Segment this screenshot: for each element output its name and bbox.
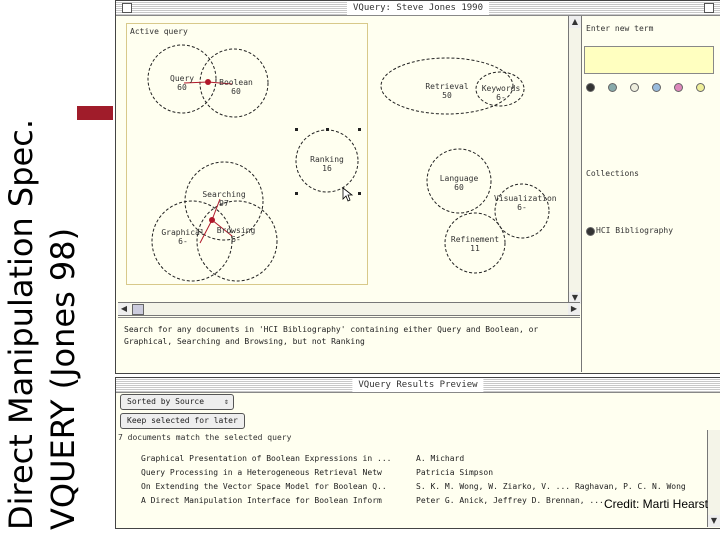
canvas-horizontal-scrollbar[interactable]: ◀ ▶ xyxy=(118,302,580,316)
circle-label-retrieval[interactable]: Retrieval 50 xyxy=(422,82,472,100)
scroll-right-arrow-icon[interactable]: ▶ xyxy=(568,303,580,315)
color-radio-icon[interactable] xyxy=(586,83,595,92)
scroll-up-arrow-icon[interactable]: ▲ xyxy=(569,16,581,28)
circle-label-query[interactable]: Query 60 xyxy=(170,74,194,92)
color-radio-icon[interactable] xyxy=(630,83,639,92)
color-radio-icon[interactable] xyxy=(696,83,705,92)
circle-label-language[interactable]: Language 60 xyxy=(434,174,484,192)
result-author[interactable]: A. Michard xyxy=(416,454,464,463)
color-radio-icon[interactable] xyxy=(652,83,661,92)
circle-label-graphical[interactable]: Graphical 6- xyxy=(160,228,206,246)
circle-label-refinement[interactable]: Refinement 11 xyxy=(449,235,501,253)
new-term-input[interactable] xyxy=(584,46,714,74)
circle-label-visualization[interactable]: Visualization 6- xyxy=(494,194,557,212)
enter-new-term-label: Enter new term xyxy=(586,24,654,33)
circle-label-searching[interactable]: Searching 97 xyxy=(200,190,248,208)
dropdown-arrow-icon: ⇕ xyxy=(224,397,229,406)
result-title[interactable]: Graphical Presentation of Boolean Expres… xyxy=(141,454,391,463)
slide-title-line-1: Direct Manipulation Spec. xyxy=(2,118,40,530)
result-author[interactable]: S. K. M. Wong, W. Ziarko, V. ... Raghava… xyxy=(416,482,686,491)
color-radio-icon[interactable] xyxy=(608,83,617,92)
scroll-down-arrow-icon[interactable]: ▼ xyxy=(708,515,720,527)
query-description-panel: Search for any documents in 'HCI Bibliog… xyxy=(118,317,580,364)
result-title[interactable]: Query Processing in a Heterogeneous Retr… xyxy=(141,468,382,477)
query-description-text: Search for any documents in 'HCI Bibliog… xyxy=(124,325,539,346)
keep-selected-button[interactable]: Keep selected for later xyxy=(120,413,245,429)
credit-text: Credit: Marti Hearst xyxy=(603,497,708,511)
results-vertical-scrollbar[interactable]: ▼ xyxy=(707,430,720,527)
circle-label-ranking[interactable]: Ranking 16 xyxy=(308,155,346,173)
circle-label-browsing[interactable]: Browsing 6- xyxy=(214,226,258,244)
collection-hci-bibliography[interactable]: HCI Bibliography xyxy=(596,226,673,235)
circle-label-boolean[interactable]: Boolean 60 xyxy=(218,78,254,96)
circle-label-keywords[interactable]: Keywords 6- xyxy=(479,84,523,102)
slide-title-line-2: VQUERY (Jones 98) xyxy=(44,227,82,530)
result-title[interactable]: A Direct Manipulation Interface for Bool… xyxy=(141,496,382,505)
canvas-vertical-scrollbar[interactable]: ▲ ▼ xyxy=(568,16,581,304)
collection-radio-icon[interactable] xyxy=(586,227,595,236)
match-count-text: 7 documents match the selected query xyxy=(118,433,292,442)
slide-title: Direct Manipulation Spec. VQUERY (Jones … xyxy=(0,0,115,540)
sort-by-source-dropdown[interactable]: Sorted by Source ⇕ xyxy=(120,394,234,410)
accent-bar xyxy=(77,106,113,120)
results-window-title: VQuery Results Preview xyxy=(352,378,484,392)
result-author[interactable]: Patricia Simpson xyxy=(416,468,493,477)
zoom-box-icon[interactable] xyxy=(704,3,714,13)
scroll-thumb[interactable] xyxy=(132,304,144,315)
mouse-cursor-icon xyxy=(342,187,354,202)
results-window-titlebar[interactable]: VQuery Results Preview xyxy=(116,378,720,393)
collections-label: Collections xyxy=(586,169,639,178)
result-title[interactable]: On Extending the Vector Space Model for … xyxy=(141,482,387,491)
result-author[interactable]: Peter G. Anick, Jeffrey D. Brennan, ... xyxy=(416,496,604,505)
scroll-left-arrow-icon[interactable]: ◀ xyxy=(118,303,130,315)
color-radio-icon[interactable] xyxy=(674,83,683,92)
